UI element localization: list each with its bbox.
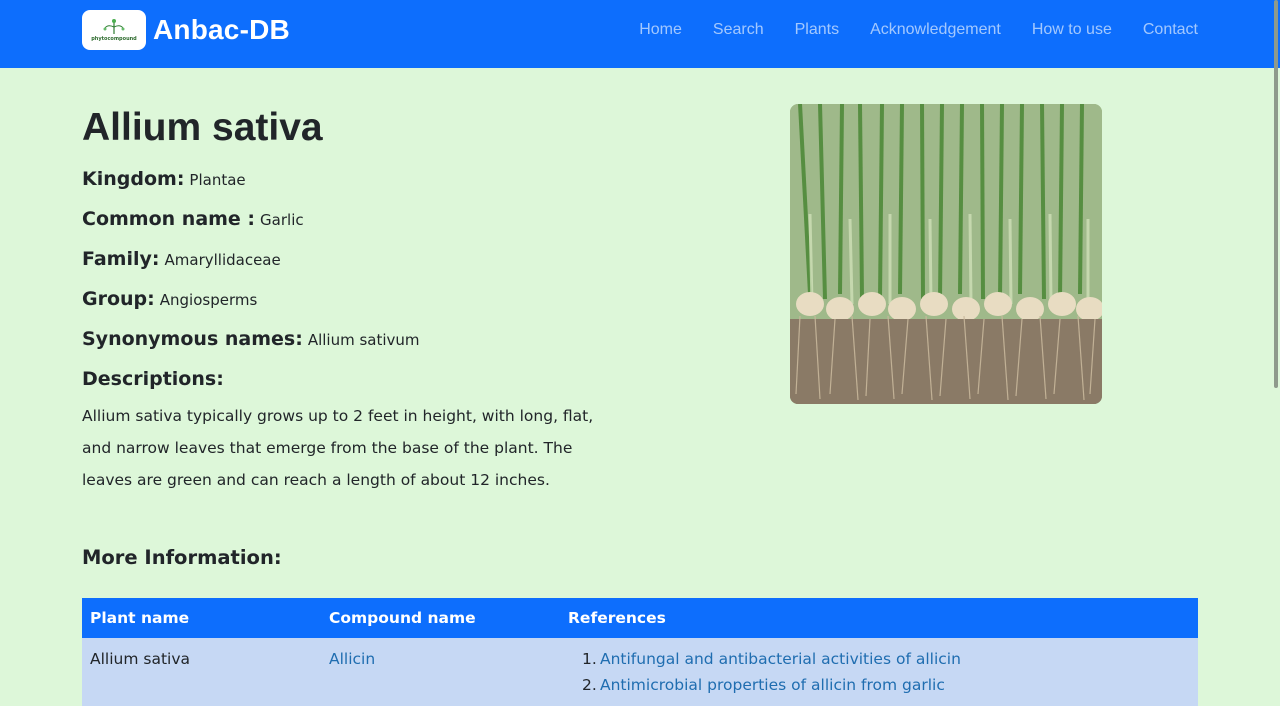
table-row: Allium sativa Allicin 1. Antifungal and a… bbox=[82, 638, 1198, 706]
nav-home[interactable]: Home bbox=[639, 20, 682, 40]
field-value: Angiosperms bbox=[159, 291, 258, 309]
descriptions-heading: Descriptions: bbox=[82, 368, 224, 390]
plant-logo-icon bbox=[103, 19, 125, 34]
field-value: Garlic bbox=[260, 211, 304, 229]
cell-plant-name: Allium sativa bbox=[82, 638, 321, 706]
field-label: Descriptions: bbox=[82, 368, 224, 390]
field-label: Kingdom: bbox=[82, 168, 185, 190]
reference-link[interactable]: Antifungal and antibacterial activities … bbox=[600, 650, 961, 668]
field-label: Synonymous names: bbox=[82, 328, 303, 350]
field-value: Plantae bbox=[189, 171, 246, 189]
scrollbar[interactable] bbox=[1274, 0, 1278, 388]
cell-compound-name: Allicin bbox=[321, 638, 560, 706]
field-common-name: Common name : Garlic bbox=[82, 208, 304, 230]
nav-search[interactable]: Search bbox=[713, 20, 764, 40]
field-value: Amaryllidaceae bbox=[164, 251, 281, 269]
nav-how-to-use[interactable]: How to use bbox=[1032, 20, 1112, 40]
field-family: Family: Amaryllidaceae bbox=[82, 248, 281, 270]
plant-description: Allium sativa typically grows up to 2 fe… bbox=[82, 407, 594, 489]
cell-references: 1. Antifungal and antibacterial activitie… bbox=[560, 638, 1198, 706]
info-table: Plant name Compound name References Alli… bbox=[82, 598, 1198, 706]
nav-links: Home Search Plants Acknowledgement How t… bbox=[608, 20, 1198, 40]
logo: phytocompound bbox=[82, 10, 146, 50]
field-label: Group: bbox=[82, 288, 155, 310]
plant-photo bbox=[790, 104, 1102, 404]
nav-acknowledgement[interactable]: Acknowledgement bbox=[870, 20, 1001, 40]
column-header-plant-name: Plant name bbox=[82, 598, 321, 638]
brand[interactable]: phytocompound Anbac-DB bbox=[82, 10, 290, 50]
compound-link[interactable]: Allicin bbox=[329, 650, 375, 668]
garlic-image bbox=[790, 104, 1102, 404]
field-kingdom: Kingdom: Plantae bbox=[82, 168, 246, 190]
brand-name[interactable]: Anbac-DB bbox=[153, 14, 290, 46]
column-header-compound-name: Compound name bbox=[321, 598, 560, 638]
more-info-heading: More Information: bbox=[82, 546, 282, 569]
field-label: Common name : bbox=[82, 208, 256, 230]
field-value: Allium sativum bbox=[307, 331, 420, 349]
reference-link[interactable]: Antimicrobial properties of allicin from… bbox=[600, 676, 945, 694]
table-header-row: Plant name Compound name References bbox=[82, 598, 1198, 638]
page-title: Allium sativa bbox=[82, 106, 323, 149]
column-header-references: References bbox=[560, 598, 1198, 638]
navbar: phytocompound Anbac-DB Home Search Plant… bbox=[0, 0, 1280, 68]
nav-contact[interactable]: Contact bbox=[1143, 20, 1198, 40]
field-synonymous-names: Synonymous names: Allium sativum bbox=[82, 328, 420, 350]
reference-item: 2. Antimicrobial properties of allicin fr… bbox=[582, 668, 1190, 702]
reference-number: 2. bbox=[582, 676, 597, 694]
field-label: Family: bbox=[82, 248, 160, 270]
logo-text: phytocompound bbox=[91, 36, 137, 42]
field-group: Group: Angiosperms bbox=[82, 288, 257, 310]
nav-plants[interactable]: Plants bbox=[795, 20, 839, 40]
reference-list: 1. Antifungal and antibacterial activitie… bbox=[582, 642, 1190, 702]
